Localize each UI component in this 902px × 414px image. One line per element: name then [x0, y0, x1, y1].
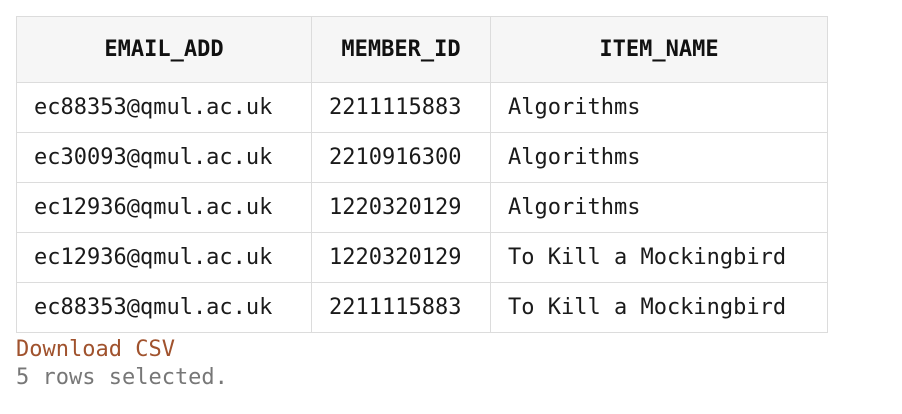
table-row: ec30093@qmul.ac.uk 2210916300 Algorithms	[16, 132, 828, 183]
cell-item-name: To Kill a Mockingbird	[490, 282, 828, 333]
cell-email: ec12936@qmul.ac.uk	[16, 182, 312, 233]
cell-item-name: Algorithms	[490, 132, 828, 183]
table-row: ec88353@qmul.ac.uk 2211115883 To Kill a …	[16, 282, 828, 333]
cell-item-name: Algorithms	[490, 182, 828, 233]
table-header-row: EMAIL_ADD MEMBER_ID ITEM_NAME	[16, 16, 828, 83]
query-result-panel: EMAIL_ADD MEMBER_ID ITEM_NAME ec88353@qm…	[16, 16, 828, 393]
cell-item-name: Algorithms	[490, 82, 828, 133]
cell-member-id: 1220320129	[311, 182, 491, 233]
cell-member-id: 2210916300	[311, 132, 491, 183]
table-row: ec88353@qmul.ac.uk 2211115883 Algorithms	[16, 82, 828, 133]
download-csv-link[interactable]: Download CSV	[16, 337, 175, 363]
column-header-member-id: MEMBER_ID	[311, 16, 491, 83]
rows-selected-status: 5 rows selected.	[16, 365, 228, 390]
column-header-email-add: EMAIL_ADD	[16, 16, 312, 83]
cell-email: ec12936@qmul.ac.uk	[16, 232, 312, 283]
results-table: EMAIL_ADD MEMBER_ID ITEM_NAME ec88353@qm…	[16, 16, 828, 333]
cell-email: ec88353@qmul.ac.uk	[16, 82, 312, 133]
cell-member-id: 2211115883	[311, 82, 491, 133]
column-header-item-name: ITEM_NAME	[490, 16, 828, 83]
cell-email: ec30093@qmul.ac.uk	[16, 132, 312, 183]
cell-member-id: 2211115883	[311, 282, 491, 333]
cell-item-name: To Kill a Mockingbird	[490, 232, 828, 283]
cell-email: ec88353@qmul.ac.uk	[16, 282, 312, 333]
table-row: ec12936@qmul.ac.uk 1220320129 To Kill a …	[16, 232, 828, 283]
cell-member-id: 1220320129	[311, 232, 491, 283]
table-row: ec12936@qmul.ac.uk 1220320129 Algorithms	[16, 182, 828, 233]
